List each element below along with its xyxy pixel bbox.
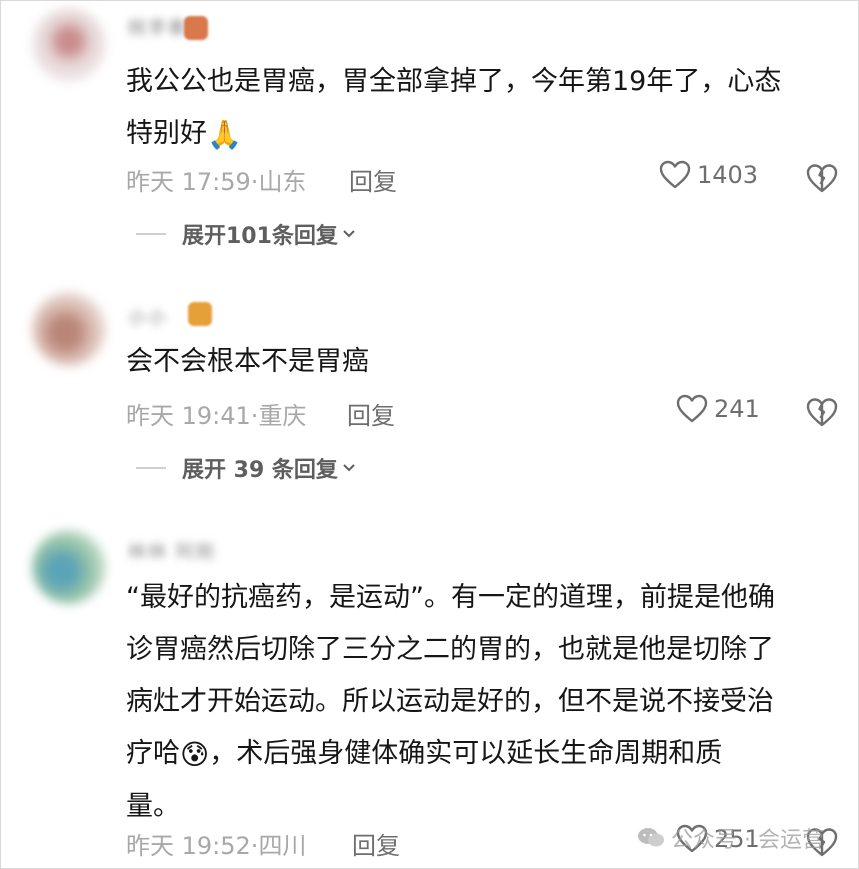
comment-line: 诊胃癌然后切除了三分之二的胃的，也就是他是切除了 [126,634,774,665]
comment-text: “最好的抗癌药，是运动”。有一定的道理，前提是他确 诊胃癌然后切除了三分之二的胃… [126,572,846,833]
like-button[interactable]: 241 [676,394,760,424]
expand-replies-button[interactable]: 展开 39 条回复 [136,452,356,484]
user-badge [184,16,208,40]
user-badge [188,302,212,326]
location: 重庆 [258,402,307,430]
avatar[interactable] [32,8,106,82]
timestamp: 昨天 17:59 [126,168,251,196]
location: 山东 [258,168,307,196]
avatar[interactable] [32,530,106,604]
comment-meta: 昨天 17:59·山东 [126,162,306,197]
location: 四川 [258,832,307,860]
broken-heart-icon[interactable] [805,161,839,195]
crying-emoji: 😰 [180,738,210,771]
reply-button[interactable]: 回复 [352,826,400,861]
timestamp: 昨天 19:52 [126,832,251,860]
comment-text: 我公公也是胃癌，胃全部拿掉了，今年第19年了，心态 特别好🙏 [126,56,846,161]
reply-button[interactable]: 回复 [349,162,397,197]
comment-line: 特别好 [126,118,207,149]
comment-line-with-emoji: 特别好🙏 [126,108,846,161]
broken-heart-icon[interactable] [805,395,839,429]
comment-line-suffix: ，术后强身健体确实可以延长生命周期和质 [209,738,723,769]
username[interactable]: 桃李春 [128,14,188,39]
comment-line: 我公公也是胃癌，胃全部拿掉了，今年第19年了，心态 [126,66,782,97]
heart-outline-icon [659,160,691,189]
like-button[interactable]: 1403 [659,160,758,190]
comment-text: 会不会根本不是胃癌 [126,336,846,388]
like-count: 1403 [697,161,759,189]
reply-button[interactable]: 回复 [347,396,395,431]
comment-line: 会不会根本不是胃癌 [126,346,369,377]
expand-replies-label: 展开101条回复 [182,224,338,249]
wechat-icon [638,828,664,847]
timestamp: 昨天 19:41 [126,402,251,430]
username[interactable]: 小小 [128,304,168,329]
chevron-down-icon [343,230,355,238]
divider-line [136,233,166,235]
comment-meta: 昨天 19:41·重庆 [126,396,306,431]
divider-line [136,467,166,469]
chevron-down-icon [343,464,355,472]
pray-emoji: 🙏 [207,118,242,151]
watermark: 公众号 · 会运营 [637,822,824,854]
watermark-text: 公众号 · 会运营 [671,828,824,853]
comment-meta: 昨天 19:52·四川 [126,826,306,861]
expand-replies-button[interactable]: 展开101条回复 [136,218,356,250]
expand-replies-label: 展开 39 条回复 [182,458,338,483]
like-count: 241 [714,395,760,423]
comment-line: “最好的抗癌药，是运动”。有一定的道理，前提是他确 [126,582,775,613]
avatar[interactable] [32,292,106,366]
username[interactable]: 林林 阿刚 [128,538,216,563]
heart-outline-icon [676,394,708,423]
comment-line: 病灶才开始运动。所以运动是好的，但不是说不接受治 [126,686,774,717]
comment-line: 疗哈 [126,738,180,769]
comment-line-with-emoji: 疗哈😰，术后强身健体确实可以延长生命周期和质 [126,728,846,781]
